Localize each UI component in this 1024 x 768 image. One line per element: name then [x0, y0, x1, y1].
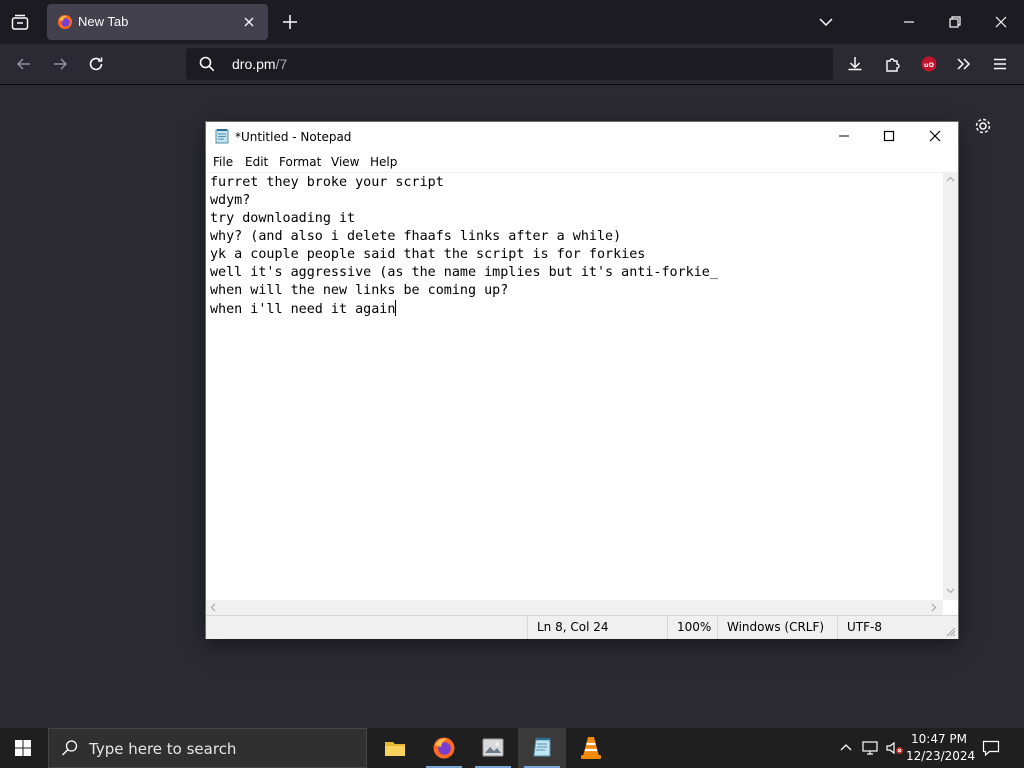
status-line-ending: Windows (CRLF) [717, 616, 837, 639]
notepad-statusbar: Ln 8, Col 24 100% Windows (CRLF) UTF-8 [206, 615, 958, 639]
notepad-menubar: File Edit Format View Help [206, 152, 958, 172]
notepad-text-area[interactable]: furret they broke your script wdym? try … [206, 172, 943, 601]
restore-icon[interactable] [946, 13, 964, 31]
scroll-right-arrow-icon[interactable] [929, 603, 938, 612]
network-icon[interactable] [861, 740, 879, 756]
menu-file[interactable]: File [213, 155, 233, 169]
tab-new-tab[interactable]: New Tab [47, 4, 268, 40]
tab-close-icon[interactable] [241, 14, 257, 30]
clock-date: 12/23/2024 [906, 749, 976, 763]
taskbar-image-viewer[interactable] [469, 728, 517, 768]
horizontal-scrollbar[interactable] [206, 600, 943, 615]
vertical-scrollbar[interactable] [943, 172, 958, 600]
taskbar-file-explorer[interactable] [371, 728, 419, 768]
menu-edit[interactable]: Edit [245, 155, 268, 169]
status-encoding: UTF-8 [837, 616, 947, 639]
menu-format[interactable]: Format [279, 155, 321, 169]
notepad-title: *Untitled - Notepad [235, 130, 352, 144]
taskbar-clock[interactable]: 10:47 PM 12/23/2024 [906, 731, 976, 765]
taskbar-search-icon [61, 739, 79, 757]
firefox-icon [57, 14, 73, 30]
taskbar: Type here to search 10:47 PM 12/23/2024 [0, 728, 1024, 768]
vlc-cone-icon [579, 735, 603, 761]
scroll-left-arrow-icon[interactable] [209, 603, 218, 612]
menu-view[interactable]: View [331, 155, 359, 169]
notepad-maximize-icon[interactable] [881, 128, 897, 144]
url-host: dro.pm [232, 56, 276, 72]
image-viewer-icon [481, 737, 505, 759]
scroll-down-arrow-icon[interactable] [946, 586, 955, 595]
extensions-puzzle-icon[interactable] [883, 54, 903, 74]
taskbar-vlc[interactable] [567, 728, 615, 768]
minimize-icon[interactable] [900, 13, 918, 31]
notepad-app-icon [214, 128, 230, 144]
firefox-icon [432, 736, 456, 760]
ublock-origin-icon[interactable]: uO [919, 54, 939, 74]
url-path: /7 [275, 56, 288, 72]
clock-time: 10:47 PM [911, 732, 967, 746]
more-tools-chevrons-icon[interactable] [954, 54, 974, 74]
new-tab-plus-icon[interactable] [281, 13, 299, 31]
text-caret [395, 300, 397, 316]
downloads-icon[interactable] [845, 54, 865, 74]
notepad-icon [530, 736, 554, 760]
tab-list-icon[interactable] [10, 12, 30, 32]
scroll-up-arrow-icon[interactable] [946, 175, 955, 184]
resize-grip-icon[interactable] [946, 627, 956, 637]
notepad-close-icon[interactable] [927, 128, 943, 144]
notepad-minimize-icon[interactable] [836, 128, 852, 144]
forward-arrow-icon[interactable] [50, 54, 70, 74]
taskbar-search-box[interactable]: Type here to search [48, 728, 367, 768]
notifications-icon[interactable] [982, 739, 1000, 757]
list-all-tabs-chevron-icon[interactable] [817, 13, 835, 31]
taskbar-notepad-active[interactable] [518, 728, 566, 768]
url-text: dro.pm/7 [232, 56, 287, 72]
file-explorer-icon [384, 738, 406, 758]
newtab-settings-gear-icon[interactable] [973, 116, 993, 136]
volume-muted-icon[interactable] [885, 740, 905, 756]
taskbar-firefox[interactable] [420, 728, 468, 768]
menu-help[interactable]: Help [370, 155, 397, 169]
svg-text:uO: uO [924, 61, 935, 69]
status-zoom: 100% [667, 616, 717, 639]
hamburger-menu-icon[interactable] [990, 54, 1010, 74]
windows-start-icon[interactable] [14, 739, 32, 757]
tab-title: New Tab [78, 14, 129, 29]
notepad-content: furret they broke your script wdym? try … [210, 175, 718, 317]
notepad-window: *Untitled - Notepad File Edit Format Vie… [206, 122, 958, 639]
close-window-icon[interactable] [992, 13, 1010, 31]
search-icon [198, 55, 216, 73]
address-bar[interactable]: dro.pm/7 [186, 48, 833, 80]
tab-strip: New Tab [0, 0, 1024, 44]
reload-icon[interactable] [86, 54, 106, 74]
taskbar-search-placeholder: Type here to search [89, 740, 237, 758]
back-arrow-icon[interactable] [14, 54, 34, 74]
tray-chevron-up-icon[interactable] [838, 740, 854, 756]
status-position: Ln 8, Col 24 [527, 616, 667, 639]
